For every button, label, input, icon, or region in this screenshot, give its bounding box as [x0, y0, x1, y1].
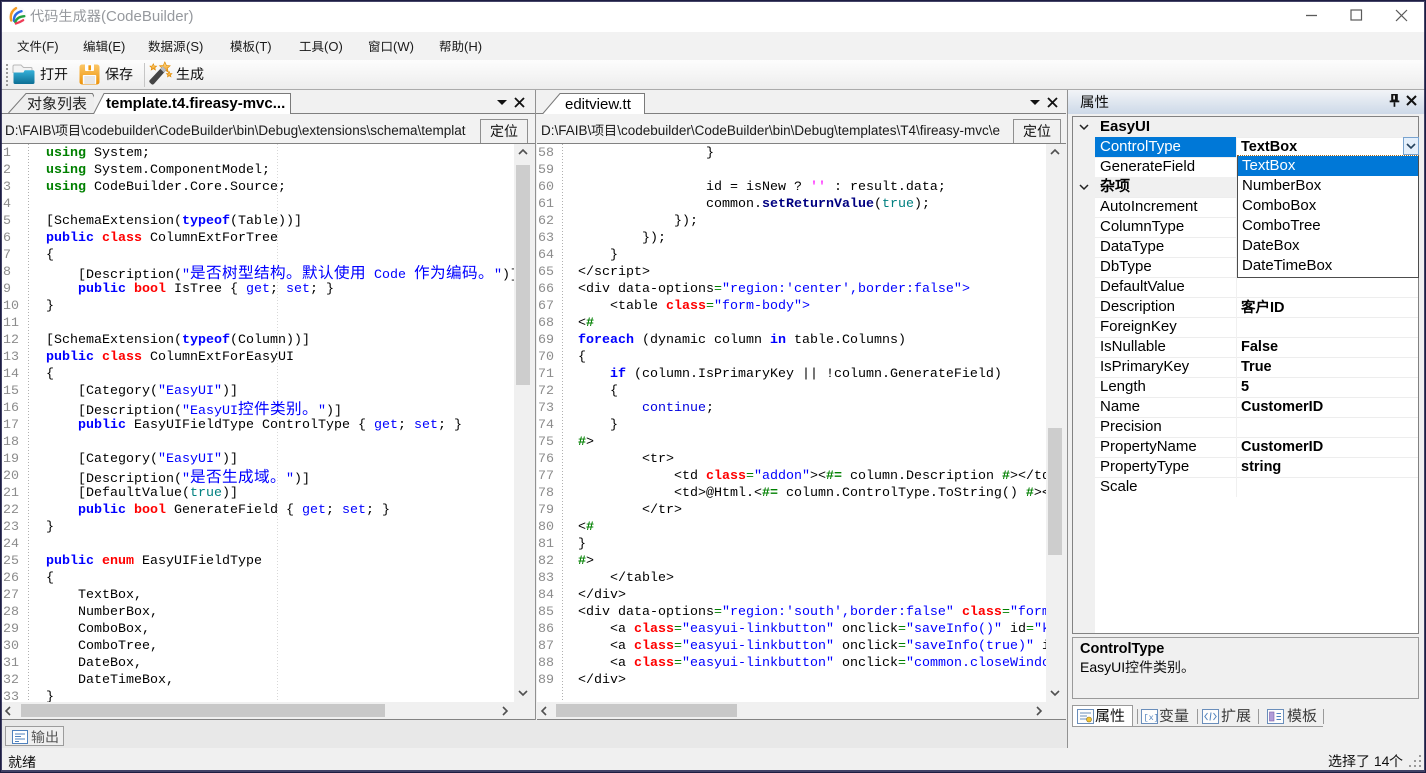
svg-text:[x]: [x]	[1144, 713, 1159, 723]
